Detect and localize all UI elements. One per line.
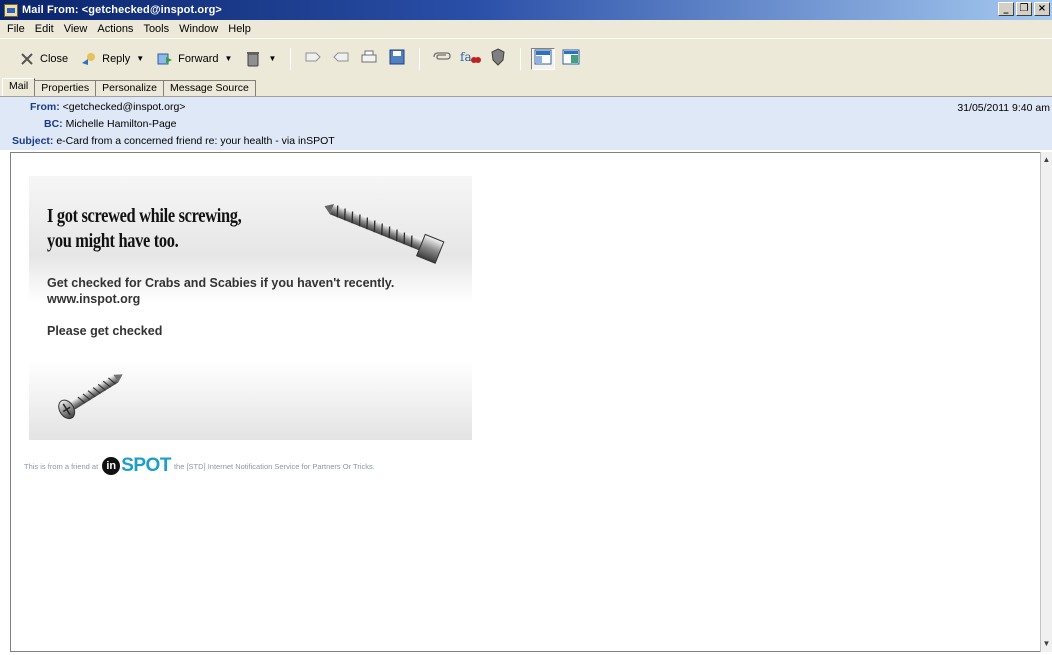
ecard-headline: I got screwed while screwing, you might … — [47, 204, 293, 254]
ecard-image: I got screwed while screwing, you might … — [29, 176, 472, 440]
toolbar: Close Reply ▼ Forward ▼ ▼ fa — [0, 38, 1052, 78]
forward-label: Forward — [178, 52, 219, 65]
tab-strip: Mail Properties Personalize Message Sour… — [0, 78, 1052, 96]
menu-help[interactable]: Help — [223, 23, 256, 35]
ecard-message-line-1: Get checked for Crabs and Scabies if you… — [47, 276, 395, 290]
inspot-logo-text[interactable]: SPOT — [121, 455, 171, 477]
vertical-scrollbar[interactable]: ▲ ▼ — [1040, 152, 1052, 652]
from-label: From: — [30, 101, 60, 113]
folder-view-button[interactable] — [559, 48, 583, 70]
toolbar-separator — [520, 47, 522, 70]
bc-row: BC: Michelle Hamilton-Page — [44, 118, 176, 130]
floppy-disk-icon — [389, 49, 405, 68]
forward-dropdown-icon[interactable]: ▼ — [225, 54, 233, 63]
footer-suffix: the [STD] Internet Notification Service … — [173, 461, 375, 471]
trash-icon — [244, 50, 262, 68]
tab-personalize[interactable]: Personalize — [95, 80, 164, 96]
subject-value: e-Card from a concerned friend re: your … — [56, 135, 335, 147]
ecard-url[interactable]: www.inspot.org — [47, 292, 140, 306]
trash-button[interactable]: ▼ — [240, 47, 280, 71]
bc-label: BC: — [44, 118, 63, 130]
next-message-icon — [304, 50, 322, 67]
ecard-headline-line-2: you might have too. — [47, 230, 179, 252]
close-button[interactable]: Close — [14, 47, 72, 71]
inspot-logo-circle: in — [102, 457, 121, 475]
reply-dropdown-icon[interactable]: ▼ — [136, 54, 144, 63]
security-button[interactable] — [486, 48, 510, 70]
ecard-footer: This is from a friend at in SPOT the [ST… — [24, 455, 375, 477]
bc-value[interactable]: Michelle Hamilton-Page — [66, 118, 177, 130]
tab-message-source[interactable]: Message Source — [163, 80, 256, 96]
toolbar-separator — [419, 47, 421, 70]
next-message-button[interactable] — [301, 48, 325, 70]
forward-button[interactable]: Forward ▼ — [152, 47, 236, 71]
received-date: 31/05/2011 9:40 am — [957, 102, 1050, 114]
menu-edit[interactable]: Edit — [30, 23, 59, 35]
close-window-button[interactable]: × — [1034, 2, 1050, 16]
from-row: From: <getchecked@inspot.org> — [30, 101, 185, 113]
reply-button[interactable]: Reply ▼ — [76, 47, 148, 71]
tab-mail[interactable]: Mail — [2, 78, 36, 96]
preview-pane-icon — [534, 49, 552, 68]
footer-prefix: This is from a friend at — [24, 461, 99, 471]
svg-text:fa: fa — [460, 50, 472, 64]
badge-icon — [490, 48, 506, 69]
title-bar: Mail From: <getchecked@inspot.org> _ ❐ × — [0, 0, 1052, 20]
window-controls: _ ❐ × — [998, 2, 1050, 16]
folder-view-icon — [562, 49, 580, 68]
scroll-down-icon[interactable]: ▼ — [1041, 638, 1052, 650]
attachments-button[interactable] — [430, 48, 454, 70]
toolbar-separator — [290, 47, 292, 70]
ecard-message-line-3: Please get checked — [47, 324, 163, 338]
screw-bottom-icon — [58, 374, 123, 420]
minimize-button[interactable]: _ — [998, 2, 1014, 16]
mail-app-icon — [4, 3, 18, 17]
close-label: Close — [40, 52, 69, 65]
paperclip-icon — [432, 51, 452, 66]
menu-tools[interactable]: Tools — [138, 23, 174, 35]
subject-row: Subject: e-Card from a concerned friend … — [12, 135, 335, 147]
restore-button[interactable]: ❐ — [1016, 2, 1032, 16]
forward-icon — [156, 50, 174, 68]
previous-message-button[interactable] — [329, 48, 353, 70]
scroll-up-icon[interactable]: ▲ — [1041, 154, 1052, 166]
preview-pane-button[interactable] — [531, 47, 556, 70]
screw-top-icon — [324, 204, 445, 264]
tab-properties[interactable]: Properties — [34, 80, 97, 96]
from-value[interactable]: <getchecked@inspot.org> — [63, 101, 186, 113]
menu-actions[interactable]: Actions — [92, 23, 138, 35]
menu-view[interactable]: View — [59, 23, 93, 35]
ecard-headline-line-1: I got screwed while screwing, — [47, 205, 242, 227]
reply-label: Reply — [102, 52, 131, 65]
menu-window[interactable]: Window — [174, 23, 223, 35]
menu-file[interactable]: File — [2, 23, 30, 35]
save-button[interactable] — [385, 48, 409, 70]
address-book-icon: fa — [459, 49, 482, 68]
menu-bar: File Edit View Actions Tools Window Help — [0, 20, 1052, 38]
previous-message-icon — [332, 50, 350, 67]
subject-label: Subject: — [12, 135, 54, 147]
reply-icon — [80, 50, 98, 68]
window-title: Mail From: <getchecked@inspot.org> — [22, 4, 222, 16]
print-button[interactable] — [357, 48, 381, 70]
printer-icon — [360, 49, 378, 68]
trash-dropdown-icon[interactable]: ▼ — [268, 54, 276, 63]
address-book-button[interactable]: fa — [458, 48, 482, 70]
message-header: From: <getchecked@inspot.org> BC: Michel… — [0, 96, 1052, 150]
close-x-icon — [18, 50, 36, 68]
